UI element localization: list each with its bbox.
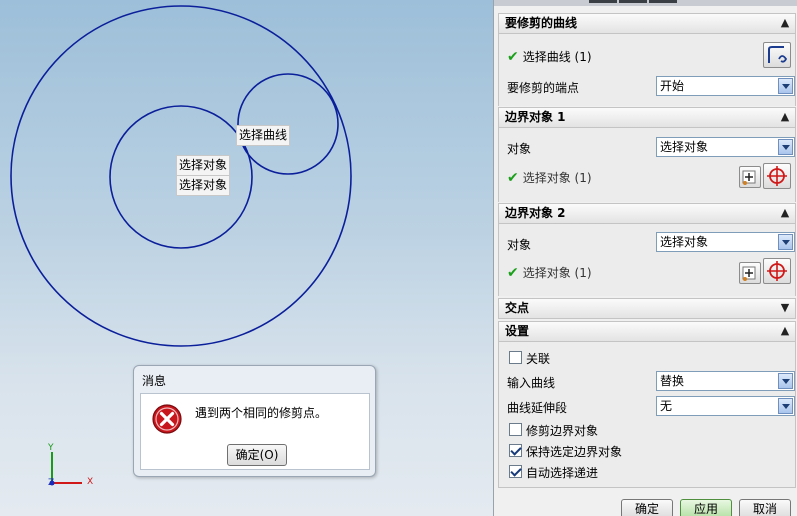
axis-label-z: Z: [48, 478, 55, 488]
ok-button[interactable]: 确定: [621, 499, 673, 516]
select-object-row-1: ✔ 选择对象 (1): [507, 169, 592, 186]
section-header-boundary-2[interactable]: 边界对象 2 ▲: [498, 203, 796, 224]
trim-curve-panel: 要修剪的曲线 ▲ ✔ 选择曲线 (1) 要修剪的端点 开始 边界对象 1 ▲ 对象…: [493, 0, 797, 516]
select-curve-label: 选择曲线 (1): [522, 50, 592, 64]
section-title: 边界对象 1: [505, 110, 566, 124]
graphics-viewport[interactable]: Y X Z 选择曲线 选择对象 选择对象 消息 遇到两个相同的修剪点。 确定(O…: [0, 0, 493, 516]
section-title: 交点: [505, 301, 530, 315]
section-title: 设置: [505, 324, 530, 338]
object-selection-label-1: 选择对象: [176, 155, 231, 175]
curve-icon: [768, 46, 788, 63]
select-curve-row: ✔ 选择曲线 (1): [507, 48, 592, 65]
keep-selected-label: 保持选定边界对象: [526, 445, 623, 459]
crosshair-icon: [767, 261, 787, 281]
dialog-body: 遇到两个相同的修剪点。 确定(O): [140, 393, 370, 470]
section-body-boundary-1: 对象 选择对象 ✔ 选择对象 (1): [498, 128, 796, 202]
section-header-curve-to-trim[interactable]: 要修剪的曲线 ▲: [498, 13, 796, 34]
section-title: 边界对象 2: [505, 206, 566, 220]
object-dropdown-1[interactable]: 选择对象: [656, 137, 795, 157]
dialog-ok-button[interactable]: 确定(O): [227, 444, 287, 466]
axis-label-y: Y: [48, 443, 54, 453]
extension-dropdown[interactable]: 无: [656, 396, 795, 416]
message-dialog: 消息 遇到两个相同的修剪点。 确定(O): [133, 365, 376, 477]
associative-label: 关联: [526, 352, 551, 366]
chevron-down-icon[interactable]: [778, 139, 793, 155]
apply-button[interactable]: 应用: [680, 499, 732, 516]
extension-label: 曲线延伸段: [507, 401, 568, 415]
collapse-icon[interactable]: ▲: [778, 206, 792, 220]
expand-icon[interactable]: ▼: [778, 301, 792, 315]
input-curve-value: 替换: [660, 374, 685, 388]
point-dialog-button-1[interactable]: [739, 166, 761, 188]
object-label: 对象: [507, 238, 532, 252]
select-object-row-2: ✔ 选择对象 (1): [507, 264, 592, 281]
object-value: 选择对象: [660, 140, 709, 154]
input-curve-dropdown[interactable]: 替换: [656, 371, 795, 391]
select-object-label: 选择对象 (1): [522, 266, 592, 280]
extension-value: 无: [660, 399, 673, 413]
endpoint-label: 要修剪的端点: [507, 81, 580, 95]
auto-advance-label: 自动选择递进: [526, 466, 599, 480]
error-icon: [152, 404, 182, 434]
checkmark-icon: ✔: [507, 49, 519, 65]
crosshair-icon: [767, 166, 787, 186]
small-circle[interactable]: [237, 73, 339, 175]
select-curve-button[interactable]: [763, 42, 791, 68]
associative-checkbox[interactable]: [509, 351, 522, 364]
point-plus-icon: [742, 170, 756, 185]
dialog-message: 遇到两个相同的修剪点。: [195, 406, 328, 420]
chevron-down-icon[interactable]: [778, 373, 793, 389]
section-header-boundary-1[interactable]: 边界对象 1 ▲: [498, 107, 796, 128]
trim-boundary-label: 修剪边界对象: [526, 424, 599, 438]
dialog-title: 消息: [142, 374, 167, 388]
section-header-settings[interactable]: 设置 ▲: [498, 321, 796, 342]
collapse-icon[interactable]: ▲: [778, 324, 792, 338]
chevron-down-icon[interactable]: [778, 234, 793, 250]
object-dropdown-2[interactable]: 选择对象: [656, 232, 795, 252]
section-body-settings: 关联 输入曲线 替换 曲线延伸段 无 修剪边界对象 保持选定边界对象 自动选择递…: [498, 342, 796, 488]
point-dialog-button-2[interactable]: [739, 262, 761, 284]
input-curve-label: 输入曲线: [507, 376, 556, 390]
chevron-down-icon[interactable]: [778, 398, 793, 414]
endpoint-value: 开始: [660, 79, 685, 93]
point-select-button-1[interactable]: [763, 163, 791, 189]
endpoint-dropdown[interactable]: 开始: [656, 76, 795, 96]
object-value: 选择对象: [660, 235, 709, 249]
section-body-boundary-2: 对象 选择对象 ✔ 选择对象 (1): [498, 224, 796, 296]
keep-selected-checkbox[interactable]: [509, 444, 522, 457]
section-body-curve-to-trim: ✔ 选择曲线 (1) 要修剪的端点 开始: [498, 34, 796, 106]
chevron-down-icon[interactable]: [778, 78, 793, 94]
point-plus-icon: [742, 266, 756, 281]
section-header-intersection[interactable]: 交点 ▼: [498, 298, 796, 319]
object-label: 对象: [507, 142, 532, 156]
trim-boundary-checkbox[interactable]: [509, 423, 522, 436]
point-select-button-2[interactable]: [763, 258, 791, 284]
panel-top-bar: [494, 0, 797, 6]
checkmark-icon: ✔: [507, 265, 519, 281]
section-title: 要修剪的曲线: [505, 16, 578, 30]
axis-label-x: X: [87, 477, 94, 487]
curve-selection-label: 选择曲线: [236, 125, 291, 146]
auto-advance-checkbox[interactable]: [509, 465, 522, 478]
checkmark-icon: ✔: [507, 170, 519, 186]
collapse-icon[interactable]: ▲: [778, 16, 792, 30]
collapse-icon[interactable]: ▲: [778, 110, 792, 124]
select-object-label: 选择对象 (1): [522, 171, 592, 185]
cancel-button[interactable]: 取消: [739, 499, 791, 516]
object-selection-label-2: 选择对象: [176, 175, 231, 196]
